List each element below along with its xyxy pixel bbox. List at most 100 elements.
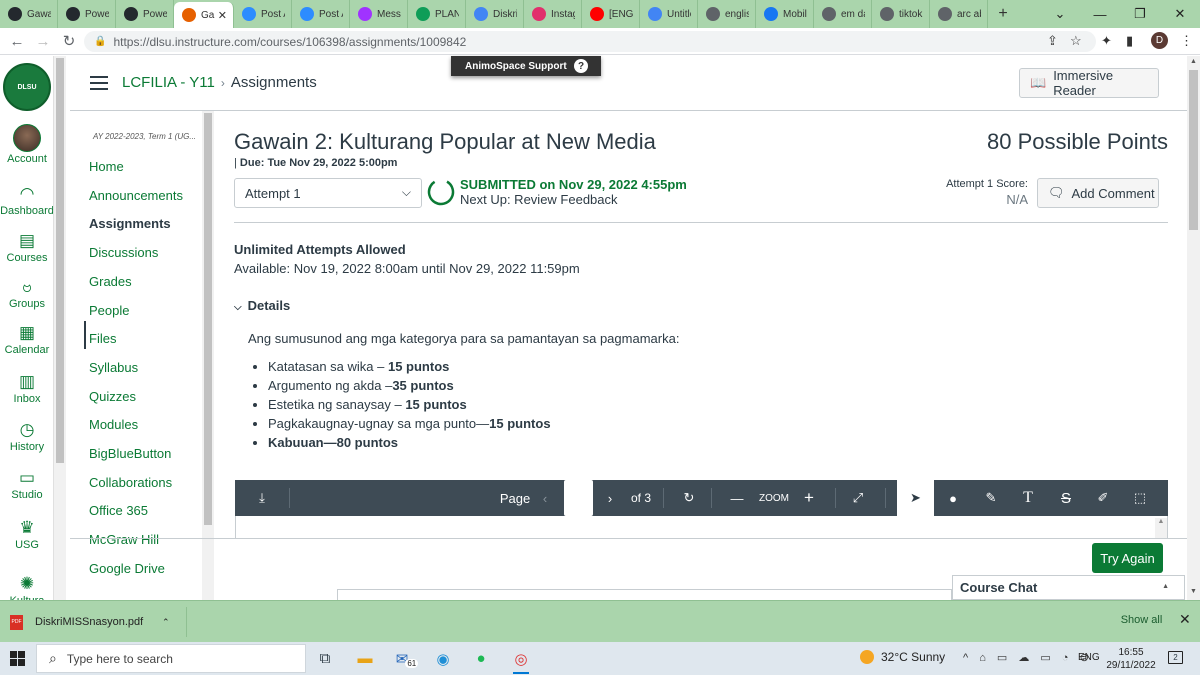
immersive-reader-button[interactable]: 📖 Immersive Reader [1019,68,1159,98]
page-number-input[interactable]: 1 [564,480,593,516]
global-nav-dashboard[interactable]: ◠ Dashboard [0,184,53,217]
mail-icon[interactable]: ✉ 61 [392,646,422,671]
course-nav-item[interactable]: People [89,303,129,318]
browser-tab[interactable]: Instag [524,0,582,28]
course-nav-item[interactable]: McGraw Hill [89,532,159,547]
browser-tab[interactable]: Gawai [0,0,58,28]
course-nav-item[interactable]: Google Drive [89,561,165,576]
chevron-up-icon[interactable]: ⌃ [162,617,170,628]
breadcrumb-course-link[interactable]: LCFILIA - Y11 [122,74,215,91]
add-comment-button[interactable]: 🗨 Add Comment [1037,178,1159,208]
global-nav-scrollbar[interactable] [54,56,66,600]
browser-tab[interactable]: Post A [292,0,350,28]
weather-widget[interactable]: 32°C Sunny [860,650,945,664]
side-panel-icon[interactable]: ▮ [1126,33,1133,49]
forward-icon[interactable]: → [30,33,56,50]
extensions-icon[interactable]: ✦ [1101,33,1112,49]
course-nav-item[interactable]: Modules [89,417,138,432]
fullscreen-icon[interactable]: ⤢ [847,480,869,516]
global-nav-account[interactable]: Account [0,124,53,165]
browser-tab[interactable]: em da [814,0,872,28]
point-annotation-icon[interactable]: ● [941,480,965,516]
global-nav-inbox[interactable]: ▥ Inbox [0,372,53,405]
edge-icon[interactable]: ◉ [428,646,458,671]
course-nav-item[interactable]: Grades [89,274,132,289]
course-nav-item[interactable]: Syllabus [89,360,138,375]
course-nav-scrollbar[interactable] [202,111,214,600]
close-window-button[interactable]: ✕ [1160,0,1200,28]
global-nav-calendar[interactable]: ▦ Calendar [0,323,53,356]
close-tab-icon[interactable]: ✕ [218,9,227,22]
course-nav-item[interactable]: Discussions [89,245,158,260]
global-nav-groups[interactable]: ဗ Groups [0,277,53,310]
close-download-bar-icon[interactable]: ✕ [1179,611,1191,628]
minimize-button[interactable]: — [1080,0,1120,28]
browser-tab[interactable]: Ga ✕ [174,2,234,28]
global-nav-studio[interactable]: ▭ Studio [0,468,53,501]
page-scrollbar[interactable]: ▲ ▼ [1187,56,1200,600]
browser-tab[interactable]: Messe [350,0,408,28]
pdf-document-area[interactable] [235,516,1168,538]
dlsu-logo[interactable]: DLSU [3,63,51,111]
zoom-in-icon[interactable]: + [799,480,819,516]
hamburger-menu-icon[interactable] [90,76,108,90]
browser-tab[interactable]: Diskri [466,0,524,28]
course-nav-item[interactable]: BigBlueButton [89,446,171,461]
course-nav-item[interactable]: Collaborations [89,475,172,490]
notifications-icon[interactable]: 2 [1168,651,1183,664]
bookmark-star-icon[interactable]: ☆ [1070,33,1082,49]
system-tray-icons[interactable]: ^ ⌂ ▭ ☁ ▭ ◔ ⊜ [963,651,1093,664]
share-icon[interactable]: ⇪ [1047,33,1058,49]
browser-tab[interactable]: Post A [234,0,292,28]
download-icon[interactable]: ⤓ [249,480,275,516]
chrome-icon[interactable]: ◎ [506,646,536,674]
highlight-icon[interactable]: ✎ [979,480,1003,516]
address-bar[interactable]: 🔒 https://dlsu.instructure.com/courses/1… [84,31,1096,52]
spotify-icon[interactable]: ● [466,646,496,671]
animospace-support-button[interactable]: AnimoSpace Support ? [451,56,601,76]
language-indicator[interactable]: ENG [1078,652,1100,663]
course-nav-item[interactable]: Office 365 [89,503,148,518]
freedraw-icon[interactable]: ✐ [1091,480,1115,516]
new-tab-button[interactable]: + [988,0,1018,28]
taskbar-clock[interactable]: 16:55 29/11/2022 [1106,646,1156,672]
taskbar-search[interactable]: ⌕ Type here to search [36,644,306,673]
global-nav-kultura[interactable]: ✺Kultura [0,574,53,600]
global-nav-courses[interactable]: ▤ Courses [0,231,53,264]
course-nav-item[interactable]: Quizzes [89,389,136,404]
global-nav-usg[interactable]: ♛ USG [0,518,53,551]
back-icon[interactable]: ← [4,33,30,50]
browser-tab[interactable]: Mobil [756,0,814,28]
menu-kebab-icon[interactable]: ⋮ [1180,33,1193,49]
browser-tab[interactable]: englis [698,0,756,28]
browser-tab[interactable]: Power [58,0,116,28]
course-nav-item[interactable]: Files [89,331,116,346]
course-nav-item[interactable]: Announcements [89,188,183,203]
prev-page-icon[interactable]: ‹ [537,480,553,516]
browser-tab[interactable]: PLANC [408,0,466,28]
details-toggle[interactable]: ⌵ Details [234,298,290,313]
course-nav-item[interactable]: Home [89,159,124,174]
text-tool-icon[interactable]: T [1016,480,1040,516]
restore-button[interactable]: ❐ [1120,0,1160,28]
browser-tab[interactable]: Untitle [640,0,698,28]
browser-tab[interactable]: [ENGL [582,0,640,28]
tab-search-icon[interactable]: ⌄ [1040,0,1080,28]
zoom-out-icon[interactable]: — [727,480,747,516]
show-all-link[interactable]: Show all [1110,614,1173,626]
area-tool-icon[interactable]: ⬚ [1128,480,1152,516]
browser-tab[interactable]: tiktok [872,0,930,28]
windows-start-icon[interactable] [10,651,25,666]
file-explorer-icon[interactable]: ▬ [350,646,380,671]
browser-tab[interactable]: Power [116,0,174,28]
reload-icon[interactable]: ↻ [56,32,82,50]
try-again-button[interactable]: Try Again [1092,543,1163,573]
attempt-select[interactable]: Attempt 1 ⌵ [234,178,422,208]
download-item[interactable]: PDF DiskriMISSnasyon.pdf ⌃ [10,609,184,635]
task-view-icon[interactable]: ⧉ [310,646,340,671]
global-nav-history[interactable]: ◷ History [0,420,53,453]
browser-tab[interactable]: arc ab [930,0,988,28]
strikeout-icon[interactable]: S [1054,480,1078,516]
course-chat-panel[interactable]: Course Chat ▲ [952,575,1185,600]
pointer-tool-icon[interactable]: ➤ [897,480,934,516]
